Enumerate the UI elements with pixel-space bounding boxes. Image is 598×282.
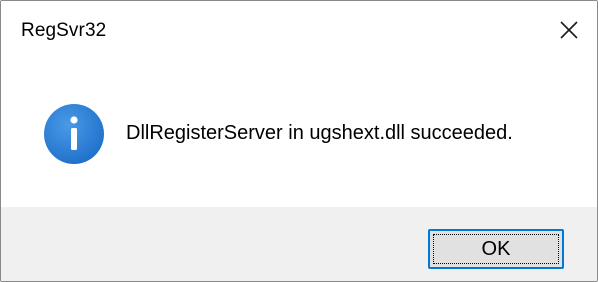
dialog-message: DllRegisterServer in ugshext.dll succeed… bbox=[126, 122, 513, 144]
dialog-footer: OK bbox=[1, 207, 597, 281]
dialog-content: DllRegisterServer in ugshext.dll succeed… bbox=[1, 65, 597, 207]
window-title: RegSvr32 bbox=[21, 20, 107, 41]
close-button[interactable] bbox=[541, 1, 597, 59]
ok-button-label: OK bbox=[481, 237, 511, 260]
info-icon bbox=[44, 104, 104, 164]
title-bar[interactable]: RegSvr32 bbox=[1, 1, 597, 65]
ok-button[interactable]: OK bbox=[428, 229, 564, 269]
close-icon bbox=[560, 21, 578, 39]
message-dialog: RegSvr32 DllRegisterServer in ugshext.dl… bbox=[0, 0, 598, 282]
